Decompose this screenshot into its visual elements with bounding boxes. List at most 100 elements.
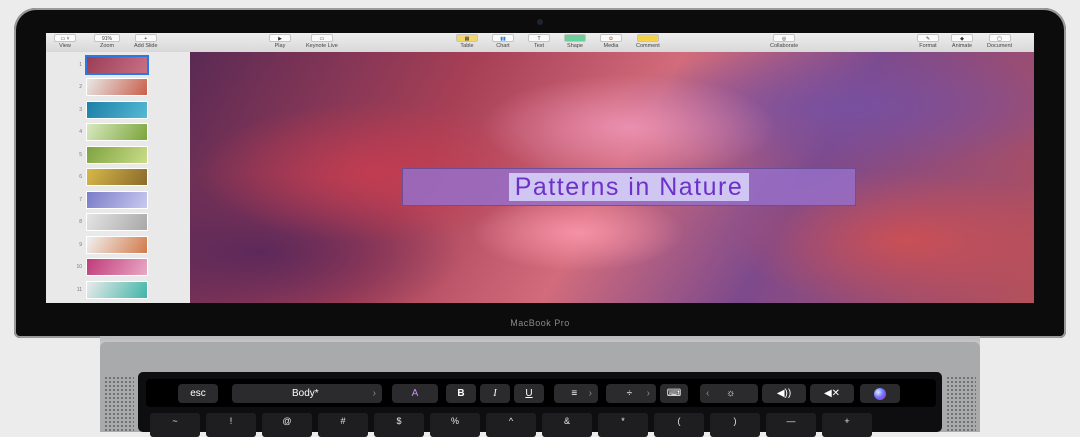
- brand-label: MacBook Pro: [510, 318, 570, 328]
- mute-button[interactable]: ◀✕: [810, 384, 854, 403]
- play-button[interactable]: ▶ Play: [269, 34, 291, 50]
- slide-thumbnail[interactable]: [86, 123, 148, 141]
- slide-number: 4: [79, 129, 82, 135]
- esc-key[interactable]: esc: [178, 384, 218, 403]
- slide-thumbnail[interactable]: [86, 145, 148, 164]
- slide-number: 3: [79, 106, 82, 113]
- title-textbox[interactable]: Patterns in Nature: [402, 168, 856, 206]
- left-speaker-grille: [104, 376, 134, 432]
- slide-thumbnail-row[interactable]: 10: [52, 258, 186, 276]
- brightness-icon: ☼: [726, 388, 736, 399]
- alignment-button[interactable]: ≡ ›: [554, 384, 598, 403]
- table-button[interactable]: ▦ Table: [456, 34, 478, 50]
- brightness-button[interactable]: ‹ ☼: [700, 384, 758, 403]
- keyboard-key[interactable]: ): [710, 413, 760, 437]
- slide-thumbnail-row[interactable]: 7: [52, 190, 186, 209]
- format-button[interactable]: ✎ Format: [917, 34, 939, 50]
- keyboard-key[interactable]: —: [766, 413, 816, 437]
- collaborate-button[interactable]: ◎ Collaborate: [770, 34, 798, 50]
- underline-button[interactable]: U: [514, 384, 544, 403]
- siri-button[interactable]: [860, 384, 900, 403]
- text-button[interactable]: T Text: [528, 34, 550, 50]
- slide-number: 9: [79, 241, 82, 248]
- volume-button[interactable]: ◀)): [762, 384, 806, 403]
- keynote-live-button[interactable]: ▭ Keynote Live: [306, 34, 338, 50]
- slide-thumbnail[interactable]: [86, 280, 148, 299]
- keyboard-key[interactable]: (: [654, 413, 704, 437]
- camera-icon: [537, 19, 543, 25]
- slide-thumbnail[interactable]: [86, 235, 148, 254]
- add-slide-button[interactable]: + Add Slide: [134, 34, 158, 50]
- slide-thumbnail-row[interactable]: 2: [52, 78, 186, 96]
- keyboard-key[interactable]: +: [822, 413, 872, 437]
- keyboard-key[interactable]: !: [206, 413, 256, 437]
- keyboard-key[interactable]: ~: [150, 413, 200, 437]
- chevron-left-icon: ‹: [706, 388, 710, 399]
- view-button[interactable]: ▭ ˅ View: [54, 34, 76, 50]
- slide-thumbnail-row[interactable]: 3: [52, 100, 186, 119]
- slide-title[interactable]: Patterns in Nature: [508, 173, 750, 201]
- animate-button[interactable]: ◆ Animate: [951, 34, 973, 50]
- text-icon: T: [528, 34, 550, 42]
- slide-thumbnail-row[interactable]: 8: [52, 213, 186, 231]
- slide-thumbnail-row[interactable]: 11: [52, 280, 186, 299]
- slide-thumbnail[interactable]: [86, 55, 148, 74]
- chevron-right-icon: ›: [646, 388, 650, 399]
- slide-thumbnail-row[interactable]: 1: [52, 55, 186, 74]
- document-button[interactable]: ▢ Document: [987, 34, 1012, 50]
- chevron-right-icon: ›: [372, 388, 376, 399]
- keyboard-key[interactable]: *: [598, 413, 648, 437]
- slide-number: 2: [79, 84, 82, 90]
- zoom-value: 91%: [94, 34, 120, 42]
- slide-canvas[interactable]: Patterns in Nature: [190, 52, 1034, 303]
- italic-button[interactable]: I: [480, 384, 510, 403]
- slide-number: 6: [79, 174, 82, 180]
- slide-thumbnail-row[interactable]: 5: [52, 145, 186, 164]
- slide-thumbnail[interactable]: [86, 78, 148, 96]
- bold-button[interactable]: B: [446, 384, 476, 403]
- slide-thumbnail[interactable]: [86, 213, 148, 231]
- document-icon: ▢: [988, 34, 1011, 42]
- keyboard-key[interactable]: %: [430, 413, 480, 437]
- chart-button[interactable]: ▮▮ Chart: [492, 34, 514, 50]
- comment-button[interactable]: Comment: [636, 34, 660, 50]
- slide-thumbnail-row[interactable]: 9: [52, 235, 186, 254]
- slide-thumbnail-row[interactable]: 6: [52, 168, 186, 186]
- font-color-button[interactable]: A: [392, 384, 438, 403]
- keyboard-key[interactable]: $: [374, 413, 424, 437]
- media-icon: ✿: [600, 34, 622, 42]
- keyboard-key[interactable]: @: [262, 413, 312, 437]
- keyboard-key[interactable]: #: [318, 413, 368, 437]
- slide-thumbnail-row[interactable]: 4: [52, 123, 186, 141]
- keynote-window: ▭ ˅ View 91% Zoom + Add Slide ▶ Play ▭ K…: [46, 33, 1034, 303]
- shape-button[interactable]: Shape: [564, 34, 586, 50]
- slide-thumbnail[interactable]: [86, 190, 148, 209]
- shape-icon: [564, 34, 586, 42]
- slide-number: 7: [79, 196, 82, 203]
- slide-number: 8: [79, 219, 82, 225]
- keynote-live-icon: ▭: [310, 34, 333, 42]
- media-button[interactable]: ✿ Media: [600, 34, 622, 50]
- slide-thumbnail[interactable]: [86, 100, 148, 119]
- slide-number: 1: [79, 61, 82, 68]
- paragraph-style-button[interactable]: Body* ›: [232, 384, 382, 403]
- keyboard-icon[interactable]: ⌨: [660, 384, 688, 403]
- comment-icon: [636, 34, 659, 42]
- slide-number: 10: [76, 264, 82, 270]
- zoom-control[interactable]: 91% Zoom: [94, 34, 120, 50]
- slide-thumbnail[interactable]: [86, 168, 148, 186]
- indent-button[interactable]: ÷ ›: [606, 384, 656, 403]
- slide-thumbnail[interactable]: [86, 258, 148, 276]
- right-speaker-grille: [946, 376, 976, 432]
- keyboard-key[interactable]: &: [542, 413, 592, 437]
- slide-navigator: 1 2 3 4 5 6 7 8 9 10 11: [46, 52, 191, 303]
- align-icon: ≡: [571, 388, 578, 399]
- keynote-toolbar: ▭ ˅ View 91% Zoom + Add Slide ▶ Play ▭ K…: [46, 33, 1034, 53]
- plus-icon: +: [134, 34, 157, 42]
- keyboard-key[interactable]: ^: [486, 413, 536, 437]
- play-icon: ▶: [269, 34, 291, 42]
- chevron-right-icon: ›: [588, 388, 592, 399]
- slide-number: 5: [79, 151, 82, 158]
- view-icon: ▭ ˅: [54, 34, 76, 42]
- siri-icon: [874, 387, 886, 400]
